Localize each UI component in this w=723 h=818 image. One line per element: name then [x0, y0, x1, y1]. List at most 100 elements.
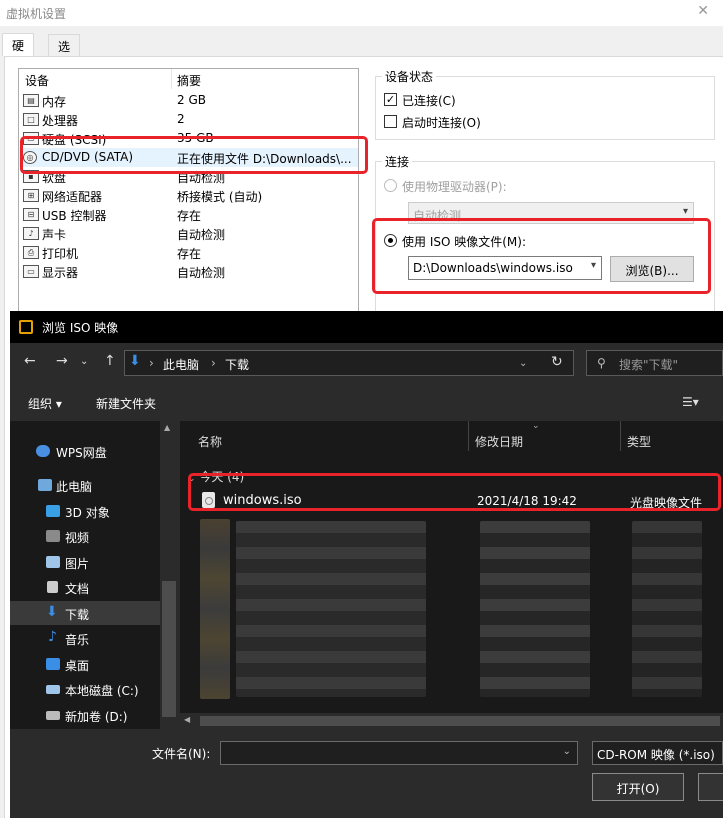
up-arrow-icon[interactable]: ↑ — [104, 353, 116, 369]
device-name: 声卡 — [42, 228, 67, 242]
connect-at-power-on-checkbox[interactable] — [384, 115, 397, 128]
refresh-icon[interactable]: ↻ — [551, 354, 563, 370]
nav-item-downloads[interactable]: ⬇ 下载 — [10, 601, 170, 625]
nav-item-desktop[interactable]: 桌面 — [10, 652, 170, 676]
chevron-down-icon: ▾ — [590, 260, 596, 271]
iso-image-label: 使用 ISO 映像文件(M): — [402, 235, 526, 249]
view-options-icon[interactable]: ☰▾ — [682, 395, 699, 409]
device-list[interactable]: 设备 摘要 ▤ 内存 2 GB □ 处理器 2 ▭ 硬盘 (SCSI) 35 G… — [18, 68, 359, 318]
cpu-icon: □ — [23, 113, 39, 126]
column-summary[interactable]: 摘要 — [177, 72, 201, 89]
nav-scrollbar[interactable]: ▲ — [160, 421, 178, 729]
file-name: windows.iso — [223, 493, 302, 508]
open-button[interactable]: 打开(O) — [592, 773, 684, 801]
connection-group: 连接 使用物理驱动器(P): 自动检测 ▾ 使用 ISO 映像文件(M): D:… — [375, 153, 715, 321]
search-box[interactable]: ⚲ 搜索"下载" — [586, 350, 723, 376]
group-header-today[interactable]: ⌄ 今天 (4) — [188, 468, 244, 485]
column-date-modified[interactable]: 修改日期 — [475, 433, 523, 450]
sort-chevron-icon: ⌄ — [532, 421, 540, 431]
device-row-memory[interactable]: ▤ 内存 2 GB — [19, 91, 358, 110]
nav-item-documents[interactable]: 文档 — [10, 575, 170, 599]
device-row-cd-dvd[interactable]: ◎ CD/DVD (SATA) 正在使用文件 D:\Downloads\... — [19, 148, 358, 167]
device-row-hard-disk[interactable]: ▭ 硬盘 (SCSI) 35 GB — [19, 129, 358, 148]
nav-label: 音乐 — [65, 633, 90, 647]
device-summary: 桥接模式 (自动) — [177, 190, 263, 204]
cancel-button[interactable] — [698, 773, 723, 801]
blurred-file-types — [632, 521, 702, 697]
drive-icon — [46, 711, 60, 720]
browse-button[interactable]: 浏览(B)... — [610, 256, 694, 282]
dialog-footer: 文件名(N): ⌄ CD-ROM 映像 (*.iso) 打开(O) — [10, 729, 723, 818]
device-name: 网络适配器 — [42, 190, 103, 204]
chevron-down-icon[interactable]: ⌄ — [519, 358, 527, 369]
iso-image-radio[interactable] — [384, 234, 397, 247]
nav-scrollbar-thumb[interactable] — [162, 581, 176, 717]
physical-drive-value: 自动检测 — [413, 209, 462, 223]
device-row-monitor[interactable]: ▭ 显示器 自动检测 — [19, 262, 358, 281]
scroll-up-icon[interactable]: ▲ — [164, 423, 170, 432]
connection-title: 连接 — [382, 153, 413, 170]
device-summary: 存在 — [177, 247, 202, 261]
device-summary: 35 GB — [177, 131, 214, 145]
chevron-down-icon[interactable]: ⌄ — [563, 746, 571, 757]
device-row-cpu[interactable]: □ 处理器 2 — [19, 110, 358, 129]
address-bar[interactable]: ⬇ › 此电脑 › 下载 ⌄ ↻ — [124, 350, 574, 376]
filename-label: 文件名(N): — [152, 747, 211, 761]
column-name[interactable]: 名称 — [198, 433, 222, 450]
forward-arrow-icon[interactable]: → — [56, 353, 68, 369]
file-list-pane[interactable]: 名称 修改日期 ⌄ 类型 ⌄ 今天 (4) windows.iso 2021/4… — [180, 421, 723, 729]
iso-path-combo[interactable]: D:\Downloads\windows.iso ▾ — [408, 256, 602, 280]
connected-label: 已连接(C) — [402, 94, 456, 108]
column-type[interactable]: 类型 — [627, 433, 651, 450]
tab-hardware[interactable]: 硬件 — [2, 33, 35, 70]
filename-input[interactable]: ⌄ — [220, 741, 578, 765]
physical-drive-radio[interactable] — [384, 179, 397, 192]
scroll-left-icon[interactable]: ◀ — [184, 715, 190, 724]
back-arrow-icon[interactable]: ← — [24, 353, 36, 369]
iso-path-value: D:\Downloads\windows.iso — [413, 261, 573, 275]
group-header-label: 今天 (4) — [199, 470, 245, 484]
device-summary: 2 — [177, 112, 185, 126]
new-folder-button[interactable]: 新建文件夹 — [96, 395, 156, 412]
documents-icon — [47, 581, 58, 593]
device-row-network[interactable]: ⊞ 网络适配器 桥接模式 (自动) — [19, 186, 358, 205]
file-type-filter[interactable]: CD-ROM 映像 (*.iso) — [592, 741, 723, 765]
physical-drive-combo[interactable]: 自动检测 ▾ — [408, 202, 694, 224]
nav-item-videos[interactable]: 视频 — [10, 524, 170, 548]
video-icon — [46, 530, 60, 542]
column-device[interactable]: 设备 — [25, 72, 49, 89]
horizontal-scrollbar[interactable]: ◀ — [180, 713, 723, 729]
nav-item-drive-d[interactable]: 新加卷 (D:) — [10, 703, 170, 727]
organize-button[interactable]: 组织 ▾ — [28, 395, 62, 412]
nav-item-this-pc[interactable]: 此电脑 — [10, 473, 170, 497]
breadcrumb-downloads[interactable]: 下载 — [225, 356, 249, 373]
dialog-title: 浏览 ISO 映像 — [42, 321, 119, 335]
device-row-floppy[interactable]: ▪ 软盘 自动检测 — [19, 167, 358, 186]
navigation-bar: ← → ⌄ ↑ ⬇ › 此电脑 › 下载 ⌄ ↻ ⚲ 搜索"下载" — [10, 343, 723, 383]
tab-options[interactable]: 选项 — [48, 34, 81, 71]
device-row-usb[interactable]: ⊟ USB 控制器 存在 — [19, 205, 358, 224]
device-summary: 自动检测 — [177, 171, 226, 185]
breadcrumb-this-pc[interactable]: 此电脑 — [163, 356, 199, 373]
connect-at-power-on-label: 启动时连接(O) — [402, 116, 481, 130]
horizontal-scrollbar-thumb[interactable] — [200, 716, 720, 726]
nav-item-wps-cloud[interactable]: WPS网盘 — [10, 439, 170, 463]
nav-item-local-disk-c[interactable]: 本地磁盘 (C:) — [10, 677, 170, 701]
search-input[interactable]: 搜索"下载" — [619, 356, 678, 373]
device-name: CD/DVD (SATA) — [42, 150, 134, 164]
recent-chevron-icon[interactable]: ⌄ — [80, 356, 88, 367]
cd-dvd-icon: ◎ — [23, 151, 37, 164]
this-pc-icon — [38, 479, 52, 491]
nav-item-music[interactable]: ♪ 音乐 — [10, 626, 170, 650]
navigation-pane[interactable]: WPS网盘 此电脑 3D 对象 视频 图片 文档 ⬇ 下载 ♪ 音乐 桌面 本地… — [10, 421, 178, 729]
connected-checkbox[interactable]: ✓ — [384, 93, 397, 106]
close-icon[interactable]: ✕ — [697, 3, 709, 19]
vmware-icon — [19, 320, 33, 334]
nav-item-3d-objects[interactable]: 3D 对象 — [10, 499, 170, 523]
nav-item-pictures[interactable]: 图片 — [10, 550, 170, 574]
device-row-sound[interactable]: ♪ 声卡 自动检测 — [19, 224, 358, 243]
file-row-windows-iso[interactable]: windows.iso 2021/4/18 19:42 光盘映像文件 — [188, 489, 723, 513]
device-row-printer[interactable]: ⎙ 打印机 存在 — [19, 243, 358, 262]
title-bar: 虚拟机设置 ✕ — [0, 0, 723, 26]
nav-label: WPS网盘 — [56, 446, 107, 460]
